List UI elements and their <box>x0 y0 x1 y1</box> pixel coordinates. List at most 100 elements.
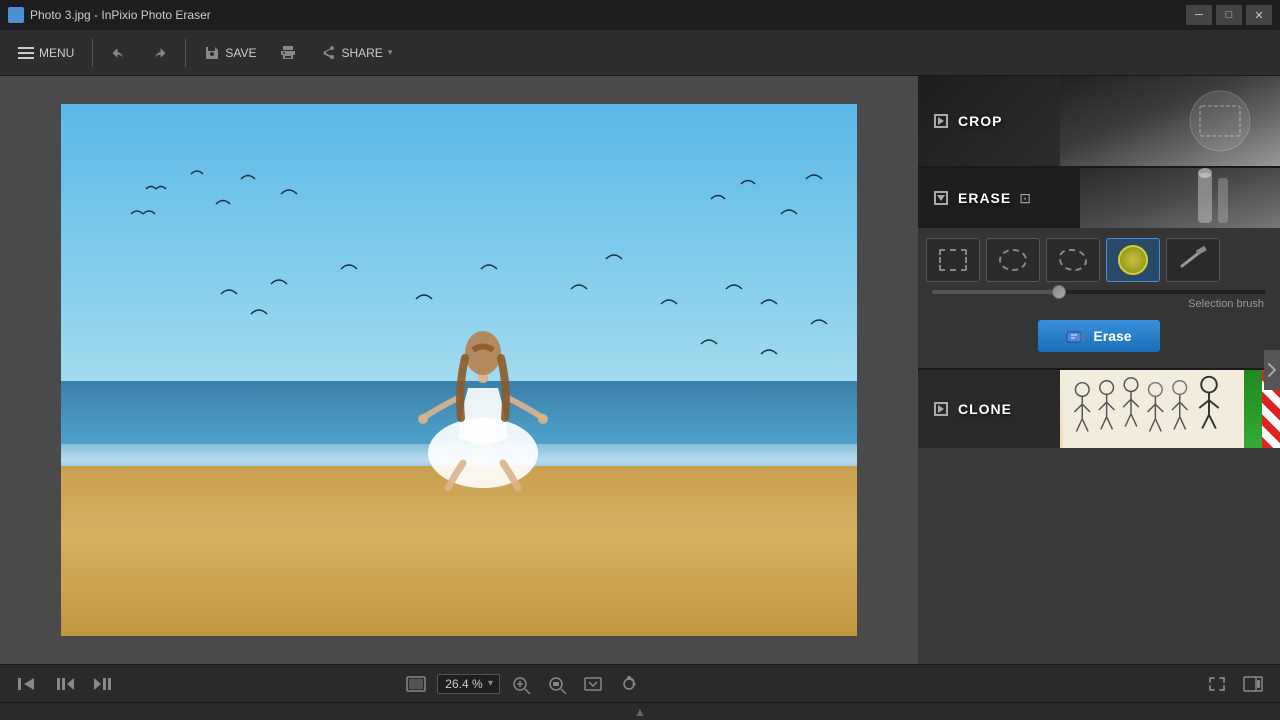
erase-toggle-arrow <box>937 195 945 201</box>
erase-button[interactable]: Erase <box>1038 320 1159 352</box>
share-icon <box>320 45 336 61</box>
nav-next-button[interactable] <box>88 674 118 694</box>
minimize-button[interactable]: ─ <box>1186 5 1212 25</box>
toolbar: MENU SAVE SHARE ▾ <box>0 30 1280 76</box>
save-icon <box>204 45 220 61</box>
thumbnail-icon <box>405 674 427 694</box>
slider-fill <box>932 290 1066 294</box>
redo-icon <box>151 45 167 61</box>
lasso-select-icon <box>1059 249 1087 271</box>
undo-button[interactable] <box>101 36 137 70</box>
nav-start-button[interactable] <box>12 674 42 694</box>
save-label: SAVE <box>225 46 256 60</box>
maximize-button[interactable]: □ <box>1216 5 1242 25</box>
fullscreen-icon <box>1206 674 1228 694</box>
ellipse-select-tool[interactable] <box>986 238 1040 282</box>
rotate-icon <box>618 674 640 694</box>
statusbar: 26.4 % ▾ <box>0 664 1280 702</box>
app-icon <box>8 7 24 23</box>
zoom-fit-button[interactable] <box>506 670 536 698</box>
brush-size-slider-row <box>926 290 1272 294</box>
nav-prev-icon <box>54 674 76 694</box>
rotate-button[interactable] <box>614 670 644 698</box>
crop-toggle[interactable] <box>934 114 948 128</box>
bottom-chevron-icon[interactable]: ▲ <box>634 705 646 719</box>
nav-prev-button[interactable] <box>50 674 80 694</box>
title-bar: Photo 3.jpg - InPixio Photo Eraser ─ □ ✕ <box>0 0 1280 30</box>
clone-header: CLONE <box>918 370 1280 448</box>
erase-button-label: Erase <box>1093 328 1131 344</box>
bottom-bar: ▲ <box>0 702 1280 720</box>
share-label: SHARE <box>341 46 382 60</box>
window-title: Photo 3.jpg - InPixio Photo Eraser <box>30 8 1186 22</box>
crop-header: CROP <box>918 76 1280 166</box>
crop-title: CROP <box>958 113 1002 129</box>
clone-title: CLONE <box>958 401 1012 417</box>
close-button[interactable]: ✕ <box>1246 5 1272 25</box>
erase-header[interactable]: ERASE ⊡ <box>918 168 1280 228</box>
menu-label: MENU <box>39 46 74 60</box>
fit-window-icon <box>582 674 604 694</box>
rect-select-icon <box>939 249 967 271</box>
clone-toggle[interactable] <box>934 402 948 416</box>
ellipse-select-icon <box>999 249 1027 271</box>
nav-start-icon <box>16 674 38 694</box>
undo-icon <box>111 45 127 61</box>
save-button[interactable]: SAVE <box>194 36 266 70</box>
rect-select-tool[interactable] <box>926 238 980 282</box>
canvas-area <box>0 76 918 664</box>
lasso-select-tool[interactable] <box>1046 238 1100 282</box>
right-panel: CROP <box>918 76 1280 664</box>
main-image[interactable] <box>61 104 857 636</box>
zoom-area: 26.4 % ▾ <box>401 670 644 698</box>
canvas-container <box>61 104 857 636</box>
erase-toggle[interactable] <box>934 191 948 205</box>
redo-button[interactable] <box>141 36 177 70</box>
zoom-100-button[interactable] <box>542 670 572 698</box>
erase-tool-row <box>926 238 1272 282</box>
selection-brush-label: Selection brush <box>926 298 1272 312</box>
brush-icon <box>1118 245 1148 275</box>
clone-section[interactable]: CLONE <box>918 368 1280 448</box>
print-button[interactable] <box>270 36 306 70</box>
share-dropdown-icon: ▾ <box>388 47 393 58</box>
photo-sky <box>61 104 857 397</box>
panel-expand-arrow[interactable] <box>1264 350 1280 390</box>
slider-thumb[interactable] <box>1052 285 1066 299</box>
erase-header-content: ERASE ⊡ <box>918 168 1280 228</box>
zoom-100-icon <box>546 674 568 694</box>
window-controls: ─ □ ✕ <box>1186 5 1272 25</box>
panel-toggle-icon <box>1242 674 1264 694</box>
menu-icon <box>18 45 34 61</box>
zoom-value: 26.4 % <box>444 677 484 691</box>
erase-expand-icon[interactable]: ⊡ <box>1019 190 1031 207</box>
nav-next-icon <box>92 674 114 694</box>
fit-window-button[interactable] <box>578 670 608 698</box>
menu-button[interactable]: MENU <box>8 36 84 70</box>
erase-btn-row: Erase <box>926 312 1272 362</box>
print-icon <box>280 45 296 61</box>
toolbar-separator-1 <box>92 39 93 67</box>
zoom-dropdown-arrow[interactable]: ▾ <box>488 678 493 689</box>
expand-right-icon <box>1267 362 1277 378</box>
crop-section[interactable]: CROP <box>918 76 1280 166</box>
crop-toggle-arrow <box>938 117 944 125</box>
fullscreen-button[interactable] <box>1202 670 1232 698</box>
erase-section: ERASE ⊡ <box>918 166 1280 368</box>
zoom-value-container[interactable]: 26.4 % ▾ <box>437 674 500 694</box>
panel-toggle-button[interactable] <box>1238 670 1268 698</box>
selection-brush-tool[interactable] <box>1166 238 1220 282</box>
toolbar-separator-2 <box>185 39 186 67</box>
brush-tool[interactable] <box>1106 238 1160 282</box>
main-content: CROP <box>0 76 1280 664</box>
clone-toggle-arrow <box>938 405 944 413</box>
status-right-buttons <box>1202 670 1268 698</box>
erase-tools: Selection brush Erase <box>918 228 1280 368</box>
erase-button-icon <box>1066 328 1086 344</box>
thumbnail-view-button[interactable] <box>401 670 431 698</box>
erase-title: ERASE <box>958 190 1011 206</box>
zoom-fit-icon <box>510 674 532 694</box>
share-button[interactable]: SHARE ▾ <box>310 36 402 70</box>
brush-size-slider[interactable] <box>932 290 1266 294</box>
selection-brush-icon <box>1178 246 1208 274</box>
